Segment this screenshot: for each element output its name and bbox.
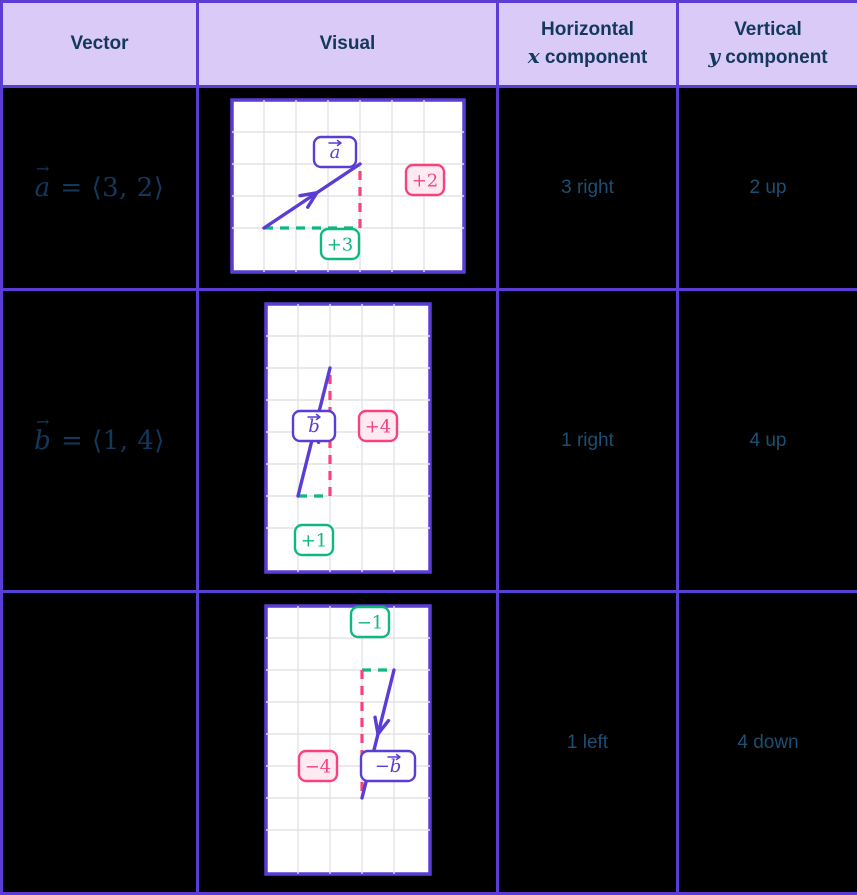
diagram-frame (263, 302, 432, 574)
horizontal-component-cell: 3 right (496, 85, 679, 291)
vertical-component-value: 2 up (749, 177, 787, 198)
vector-cell: b = ⟨1, 4⟩ (0, 288, 199, 593)
vector-expression: b = ⟨1, 4⟩ (34, 426, 165, 456)
vector-diagram-svg: +1 +4 b (263, 302, 432, 574)
column-header-horizontal: Horizontal x component (496, 0, 679, 88)
svg-text:−4: −4 (304, 757, 331, 778)
column-header-vertical: Vertical y component (676, 0, 857, 88)
vector-diagram: +1 +4 b (199, 298, 496, 583)
vector-diagram: +3 +2 a (199, 94, 496, 283)
column-header-horizontal-line1: Horizontal (541, 19, 634, 41)
vertical-component-value: 4 up (749, 429, 787, 451)
y-variable-symbol: y (708, 44, 720, 68)
vector-cell (0, 590, 199, 895)
vector-cell: a = ⟨3, 2⟩ (0, 85, 199, 291)
column-header-vertical-line1: Vertical (734, 19, 802, 41)
horizontal-component-value: 1 left (566, 731, 609, 753)
vector-diagram-svg: −1 −4 −b (263, 604, 432, 876)
vector-equation: = ⟨3, 2⟩ (51, 173, 165, 203)
vector-components-table-container: Vector Visual Horizontal x component Ver… (0, 0, 857, 895)
y-component-badge: −4 (297, 749, 338, 783)
vertical-component-cell: 4 up (676, 288, 857, 593)
vertical-component-cell: 2 up (676, 85, 857, 291)
y-component-badge: +2 (404, 163, 445, 196)
visual-cell: +1 +4 b (196, 288, 499, 593)
vertical-component-cell: 4 down (676, 590, 857, 895)
vector-name-label: b (291, 409, 336, 443)
table-header: Vector Visual Horizontal x component Ver… (0, 0, 857, 88)
vector-name-label: −b (359, 749, 416, 783)
vector-name-label: a (312, 135, 357, 168)
x-component-badge: +3 (319, 227, 360, 260)
x-component-badge: +1 (293, 523, 334, 557)
svg-text:+1: +1 (300, 531, 327, 552)
vertical-component-word: component (719, 47, 828, 68)
table-row: b = ⟨1, 4⟩ +1 +4 b 1 right 4 up (0, 288, 857, 593)
vector-components-table: Vector Visual Horizontal x component Ver… (0, 0, 857, 895)
column-header-visual-label: Visual (319, 33, 376, 55)
column-header-vector: Vector (0, 0, 199, 88)
horizontal-component-value: 1 right (561, 429, 614, 451)
vector-symbol: b (34, 426, 52, 456)
vector-diagram-svg: +3 +2 a (229, 97, 466, 274)
column-header-horizontal-line2: x component (499, 43, 676, 71)
vertical-component-value: 4 down (737, 731, 799, 753)
visual-cell: +3 +2 a (196, 85, 499, 291)
horizontal-component-word: component (539, 47, 648, 68)
svg-text:+3: +3 (326, 234, 353, 255)
x-component-badge: −1 (349, 605, 390, 639)
y-component-badge: +4 (357, 409, 398, 443)
vector-expression: a = ⟨3, 2⟩ (35, 173, 165, 203)
table-row: a = ⟨3, 2⟩ +3 +2 a 3 right 2 up (0, 85, 857, 291)
column-header-vector-label: Vector (70, 33, 129, 55)
column-header-visual: Visual (196, 0, 499, 88)
horizontal-component-cell: 1 left (496, 590, 679, 895)
svg-text:+2: +2 (411, 170, 438, 191)
vector-symbol: a (35, 173, 52, 203)
visual-cell: −1 −4 −b (196, 590, 499, 895)
x-variable-symbol: x (527, 44, 540, 68)
horizontal-component-value: 3 right (561, 177, 614, 198)
table-body: a = ⟨3, 2⟩ +3 +2 a 3 right 2 up b = ⟨1, 4⟩… (0, 85, 857, 895)
column-header-vertical-line2: y component (679, 43, 857, 71)
svg-text:+4: +4 (364, 417, 391, 438)
header-row: Vector Visual Horizontal x component Ver… (0, 0, 857, 88)
vector-equation: = ⟨1, 4⟩ (52, 425, 165, 456)
horizontal-component-cell: 1 right (496, 288, 679, 593)
table-row: −1 −4 −b 1 left 4 down (0, 590, 857, 895)
diagram-frame (263, 604, 432, 876)
svg-text:−1: −1 (356, 613, 383, 634)
vector-diagram: −1 −4 −b (199, 600, 496, 885)
